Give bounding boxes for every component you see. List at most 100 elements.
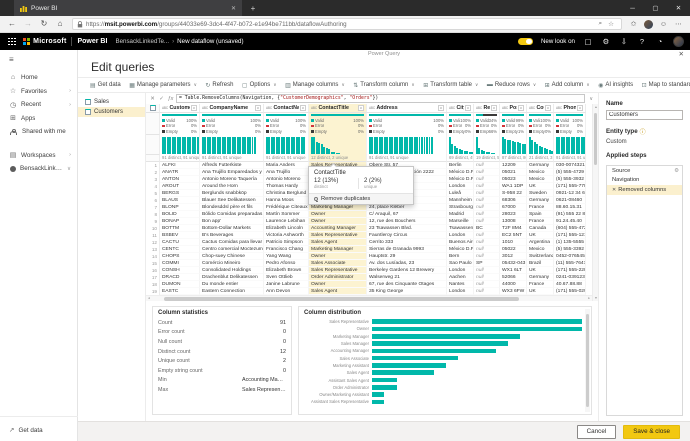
cell-contactname[interactable]: Martín Sommer xyxy=(264,211,309,218)
cell-region[interactable]: null xyxy=(474,232,500,239)
cell-contactname[interactable]: Hanna Moos xyxy=(264,197,309,204)
cell-contactname[interactable]: Antonio Moreno xyxy=(264,176,309,183)
formula-check-icon[interactable]: ✓ xyxy=(158,96,165,102)
new-look-toggle[interactable] xyxy=(518,38,533,46)
cell-address[interactable]: Berkeley Gardens 12 Brewery xyxy=(367,267,447,274)
cell-postalcode[interactable]: 28023 xyxy=(500,211,527,218)
cell-address[interactable]: C/ Araquil, 67 xyxy=(367,211,447,218)
cell-customerid[interactable]: CENTC xyxy=(160,246,200,253)
cell-city[interactable]: Marseille xyxy=(447,218,474,225)
cell-customerid[interactable]: CHOPS xyxy=(160,253,200,260)
ribbon-button-manage-parameters[interactable]: ▦Manage parameters∨ xyxy=(129,82,197,89)
cell-phone[interactable]: (91) 555 22 82 xyxy=(554,211,586,218)
cell-companyname[interactable]: B's Beverages xyxy=(200,232,264,239)
cell-city[interactable]: México D.F. xyxy=(447,176,474,183)
cell-companyname[interactable]: Around the Horn xyxy=(200,183,264,190)
address-bar[interactable]: https://msit.powerbi.com/groups/44033e69… xyxy=(72,18,622,30)
cell-contacttitle[interactable]: Sales Associate xyxy=(309,260,367,267)
cell-phone[interactable]: 40.67.88.88 xyxy=(554,281,586,288)
cell-address[interactable]: Walserweg 21 xyxy=(367,274,447,281)
sidebar-get-data[interactable]: ↗ Get data xyxy=(9,426,43,434)
cell-postalcode[interactable]: 12209 xyxy=(500,162,527,169)
cell-city[interactable]: Berlin xyxy=(447,162,474,169)
column-header-country[interactable]: ABCCountry∨ xyxy=(527,104,554,113)
cell-contacttitle[interactable]: Owner xyxy=(309,253,367,260)
cell-city[interactable]: Madrid xyxy=(447,211,474,218)
cell-country[interactable]: France xyxy=(527,218,554,225)
cell-country[interactable]: Germany xyxy=(527,162,554,169)
filter-icon[interactable]: ∨ xyxy=(545,105,551,111)
zoom-icon[interactable]: ⌕ xyxy=(596,20,606,28)
cell-phone[interactable]: (604) 555-4729 xyxy=(554,225,586,232)
cell-companyname[interactable]: Drachenblut Delikatessen xyxy=(200,274,264,281)
cell-address[interactable]: 67, rue des Cinquante Otages xyxy=(367,281,447,288)
cell-city[interactable]: London xyxy=(447,232,474,239)
cell-customerid[interactable]: COMMI xyxy=(160,260,200,267)
cell-contactname[interactable]: Ann Devon xyxy=(264,288,309,295)
home-button[interactable]: ⌂ xyxy=(52,16,68,32)
cell-postalcode[interactable]: 44000 xyxy=(500,281,527,288)
filter-icon[interactable]: ∨ xyxy=(577,105,583,111)
cell-companyname[interactable]: Bólido Comidas preparadas xyxy=(200,211,264,218)
cell-address[interactable]: Sierras de Granada 9993 xyxy=(367,246,447,253)
cell-phone[interactable]: (5) 555-4729 xyxy=(554,169,586,176)
cell-customerid[interactable]: DRACD xyxy=(160,274,200,281)
ribbon-button-map-to-standard[interactable]: ⊡Map to standard xyxy=(642,82,690,89)
cell-region[interactable]: null xyxy=(474,190,500,197)
cell-phone[interactable]: 91.24.45.40 xyxy=(554,218,586,225)
cell-postalcode[interactable]: 68306 xyxy=(500,197,527,204)
maximize-button[interactable]: ▢ xyxy=(644,0,667,16)
applied-step-removed-columns[interactable]: ✕Removed columns xyxy=(607,185,682,195)
cell-customerid[interactable]: BOLID xyxy=(160,211,200,218)
cell-companyname[interactable]: Alfreds Futterkiste xyxy=(200,162,264,169)
cell-phone[interactable]: (5) 555-3392 xyxy=(554,246,586,253)
cell-address[interactable]: Hauptstr. 29 xyxy=(367,253,447,260)
cell-postalcode[interactable]: T2F 8M4 xyxy=(500,225,527,232)
cell-address[interactable]: 23 Tsawassen Blvd. xyxy=(367,225,447,232)
cell-contacttitle[interactable]: Owner xyxy=(309,218,367,225)
cell-address[interactable]: Av. dos Lusíadas, 23 xyxy=(367,260,447,267)
cell-postalcode[interactable]: 05023 xyxy=(500,176,527,183)
cell-postalcode[interactable]: 05021 xyxy=(500,169,527,176)
cell-region[interactable]: null xyxy=(474,176,500,183)
cell-region[interactable]: SP xyxy=(474,260,500,267)
save-close-button[interactable]: Save & close xyxy=(623,425,680,439)
feedback-smiley-icon[interactable]: ☺ xyxy=(656,21,671,28)
ribbon-button-refresh[interactable]: ↻Refresh xyxy=(205,82,233,89)
cell-contactname[interactable]: Laurence Lebihan xyxy=(264,218,309,225)
cell-postalcode[interactable]: 52066 xyxy=(500,274,527,281)
cell-country[interactable]: UK xyxy=(527,267,554,274)
favorites-star-icon[interactable]: ☆ xyxy=(605,20,617,28)
cell-contactname[interactable]: Patricio Simpson xyxy=(264,239,309,246)
cancel-button[interactable]: Cancel xyxy=(577,425,617,439)
cell-contacttitle[interactable]: Sales Agent xyxy=(309,239,367,246)
cell-region[interactable]: null xyxy=(474,204,500,211)
cell-region[interactable]: null xyxy=(474,281,500,288)
vertical-scroll-thumb[interactable] xyxy=(594,113,597,165)
breadcrumb-workspace[interactable]: BensackLinkedTe... xyxy=(115,38,169,45)
cell-region[interactable]: null xyxy=(474,162,500,169)
column-header-region[interactable]: ABCRegion∨ xyxy=(474,104,500,113)
cell-city[interactable]: London xyxy=(447,288,474,295)
cell-contactname[interactable]: Thomas Hardy xyxy=(264,183,309,190)
cell-contactname[interactable]: Elizabeth Brown xyxy=(264,267,309,274)
sidebar-item-bensacklinkedtest[interactable]: BensackLinkedTest∨ xyxy=(0,162,77,176)
more-menu-icon[interactable]: ⋯ xyxy=(671,20,686,28)
download-icon[interactable]: ⇩ xyxy=(619,37,629,46)
cell-city[interactable]: Mannheim xyxy=(447,197,474,204)
query-item-sales[interactable]: Sales xyxy=(78,97,145,107)
minimize-button[interactable]: ─ xyxy=(621,0,644,16)
cell-country[interactable]: Sweden xyxy=(527,190,554,197)
cell-contacttitle[interactable]: Marketing Manager xyxy=(309,204,367,211)
cell-phone[interactable]: 0241-039123 xyxy=(554,274,586,281)
tab-close-icon[interactable]: ✕ xyxy=(231,5,236,12)
cell-contacttitle[interactable]: Order Administrator xyxy=(309,274,367,281)
settings-gear-icon[interactable]: ⚙ xyxy=(601,37,611,46)
refresh-button[interactable]: ↻ xyxy=(36,16,52,32)
cell-postalcode[interactable]: 13008 xyxy=(500,218,527,225)
cell-address[interactable]: Fauntleroy Circus xyxy=(367,232,447,239)
cell-region[interactable]: null xyxy=(474,288,500,295)
cell-customerid[interactable]: ANATR xyxy=(160,169,200,176)
user-avatar[interactable] xyxy=(673,36,684,47)
cell-companyname[interactable]: Blondesddsl père et fils xyxy=(200,204,264,211)
